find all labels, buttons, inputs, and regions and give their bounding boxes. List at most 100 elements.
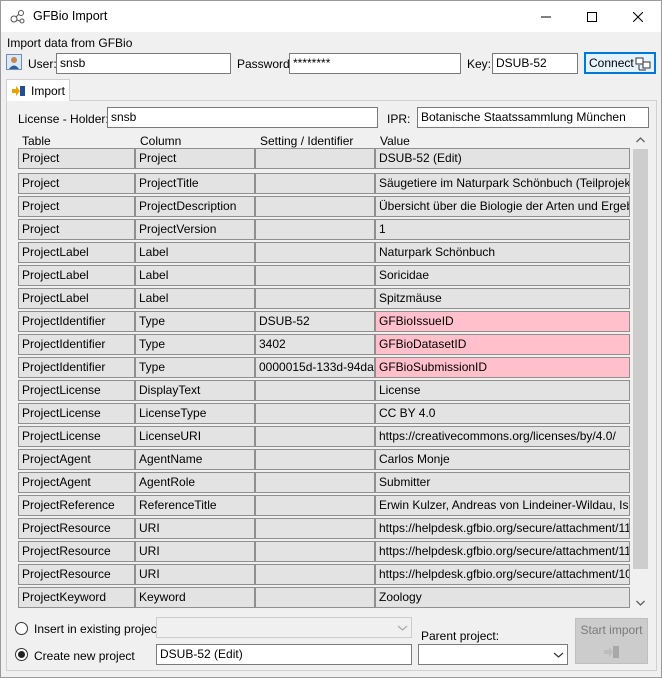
cell-column[interactable]: Type (135, 311, 255, 332)
cell-table[interactable]: ProjectReference (18, 495, 135, 516)
cell-column[interactable]: URI (135, 518, 255, 539)
cell-table[interactable]: ProjectKeyword (18, 587, 135, 608)
table-row[interactable]: ProjectLabel Label Soricidae (18, 265, 630, 286)
cell-table[interactable]: ProjectAgent (18, 472, 135, 493)
cell-value[interactable]: Spitzmäuse (375, 288, 630, 309)
cell-column[interactable]: Type (135, 334, 255, 355)
maximize-button[interactable] (569, 1, 615, 32)
connect-button[interactable]: Connect (584, 52, 656, 74)
cell-column[interactable]: ReferenceTitle (135, 495, 255, 516)
cell-table[interactable]: ProjectResource (18, 541, 135, 562)
cell-table[interactable]: Project (18, 219, 135, 240)
cell-setting[interactable]: 0000015d-133d-94da-0000 (255, 357, 375, 378)
cell-setting[interactable] (255, 242, 375, 263)
grid-scrollbar[interactable] (632, 131, 649, 611)
table-row[interactable]: Project Project DSUB-52 (Edit) (18, 148, 630, 169)
cell-setting[interactable] (255, 196, 375, 217)
scroll-up-button[interactable] (632, 131, 649, 148)
existing-project-select[interactable] (156, 617, 412, 638)
cell-table[interactable]: Project (18, 173, 135, 194)
cell-setting[interactable] (255, 495, 375, 516)
password-input[interactable]: ******** (289, 53, 461, 74)
cell-setting[interactable] (255, 587, 375, 608)
cell-table[interactable]: ProjectAgent (18, 449, 135, 470)
cell-value[interactable]: https://creativecommons.org/licenses/by/… (375, 426, 630, 447)
cell-value[interactable]: Naturpark Schönbuch (375, 242, 630, 263)
table-row[interactable]: ProjectLabel Label Naturpark Schönbuch (18, 242, 630, 263)
table-row[interactable]: Project ProjectVersion 1 (18, 219, 630, 240)
parent-project-select[interactable] (418, 644, 568, 665)
cell-setting[interactable] (255, 518, 375, 539)
cell-setting[interactable]: 3402 (255, 334, 375, 355)
cell-column[interactable]: ProjectVersion (135, 219, 255, 240)
cell-value[interactable]: Übersicht über die Biologie der Arten un… (375, 196, 630, 217)
cell-column[interactable]: Project (135, 148, 255, 169)
cell-column[interactable]: Label (135, 242, 255, 263)
table-row[interactable]: ProjectIdentifier Type 3402 GFBioDatasetID (18, 334, 630, 355)
license-holder-input[interactable]: snsb (107, 107, 378, 128)
cell-table[interactable]: ProjectLicense (18, 426, 135, 447)
cell-table[interactable]: ProjectLabel (18, 265, 135, 286)
cell-setting[interactable] (255, 265, 375, 286)
user-input[interactable]: snsb (56, 53, 231, 74)
close-button[interactable] (615, 1, 661, 32)
cell-value[interactable]: Zoology (375, 587, 630, 608)
cell-column[interactable]: AgentName (135, 449, 255, 470)
cell-table[interactable]: ProjectIdentifier (18, 311, 135, 332)
table-row[interactable]: ProjectReference ReferenceTitle Erwin Kulz… (18, 495, 630, 516)
ipr-input[interactable]: Botanische Staatssammlung München (417, 107, 649, 128)
cell-setting[interactable] (255, 148, 375, 169)
new-project-input[interactable]: DSUB-52 (Edit) (156, 644, 412, 665)
cell-value[interactable]: Säugetiere im Naturpark Schönbuch (Teilp… (375, 173, 630, 194)
insert-existing-radio[interactable] (15, 622, 28, 635)
cell-value[interactable]: Submitter (375, 472, 630, 493)
cell-column[interactable]: URI (135, 541, 255, 562)
cell-setting[interactable] (255, 426, 375, 447)
cell-setting[interactable] (255, 219, 375, 240)
cell-value[interactable]: CC BY 4.0 (375, 403, 630, 424)
table-row[interactable]: Project ProjectDescription Übersicht über … (18, 196, 630, 217)
cell-table[interactable]: ProjectIdentifier (18, 334, 135, 355)
cell-value[interactable]: GFBioDatasetID (375, 334, 630, 355)
minimize-button[interactable] (523, 1, 569, 32)
cell-table[interactable]: Project (18, 196, 135, 217)
tab-import[interactable]: Import (6, 79, 70, 101)
key-input[interactable]: DSUB-52 (492, 53, 578, 74)
cell-value[interactable]: DSUB-52 (Edit) (375, 148, 630, 169)
cell-setting[interactable] (255, 541, 375, 562)
cell-table[interactable]: Project (18, 148, 135, 169)
cell-value[interactable]: https://helpdesk.gfbio.org/secure/attach… (375, 518, 630, 539)
cell-table[interactable]: ProjectResource (18, 518, 135, 539)
table-row[interactable]: ProjectResource URI https://helpdesk.gfbio… (18, 518, 630, 539)
cell-setting[interactable] (255, 564, 375, 585)
cell-value[interactable]: Erwin Kulzer, Andreas von Lindeiner-Wild… (375, 495, 630, 516)
cell-value[interactable]: https://helpdesk.gfbio.org/secure/attach… (375, 564, 630, 585)
cell-column[interactable]: DisplayText (135, 380, 255, 401)
cell-setting[interactable]: DSUB-52 (255, 311, 375, 332)
cell-table[interactable]: ProjectLabel (18, 242, 135, 263)
cell-setting[interactable] (255, 449, 375, 470)
cell-column[interactable]: ProjectDescription (135, 196, 255, 217)
cell-table[interactable]: ProjectResource (18, 564, 135, 585)
cell-setting[interactable] (255, 380, 375, 401)
cell-column[interactable]: URI (135, 564, 255, 585)
cell-value[interactable]: https://helpdesk.gfbio.org/secure/attach… (375, 541, 630, 562)
table-row[interactable]: ProjectLabel Label Spitzmäuse (18, 288, 630, 309)
table-row[interactable]: ProjectIdentifier Type DSUB-52 GFBioIssueID (18, 311, 630, 332)
table-row[interactable]: ProjectLicense DisplayText License (18, 380, 630, 401)
table-row[interactable]: ProjectLicense LicenseURI https://creative… (18, 426, 630, 447)
cell-table[interactable]: ProjectLicense (18, 403, 135, 424)
scroll-down-button[interactable] (632, 594, 649, 611)
start-import-button[interactable]: Start import (575, 618, 648, 664)
cell-column[interactable]: AgentRole (135, 472, 255, 493)
cell-column[interactable]: Label (135, 288, 255, 309)
cell-setting[interactable] (255, 288, 375, 309)
cell-column[interactable]: LicenseURI (135, 426, 255, 447)
cell-value[interactable]: 1 (375, 219, 630, 240)
cell-value[interactable]: GFBioIssueID (375, 311, 630, 332)
table-row[interactable]: ProjectAgent AgentRole Submitter (18, 472, 630, 493)
cell-column[interactable]: Keyword (135, 587, 255, 608)
cell-value[interactable]: GFBioSubmissionID (375, 357, 630, 378)
cell-value[interactable]: Carlos Monje (375, 449, 630, 470)
create-new-radio[interactable] (15, 648, 28, 661)
